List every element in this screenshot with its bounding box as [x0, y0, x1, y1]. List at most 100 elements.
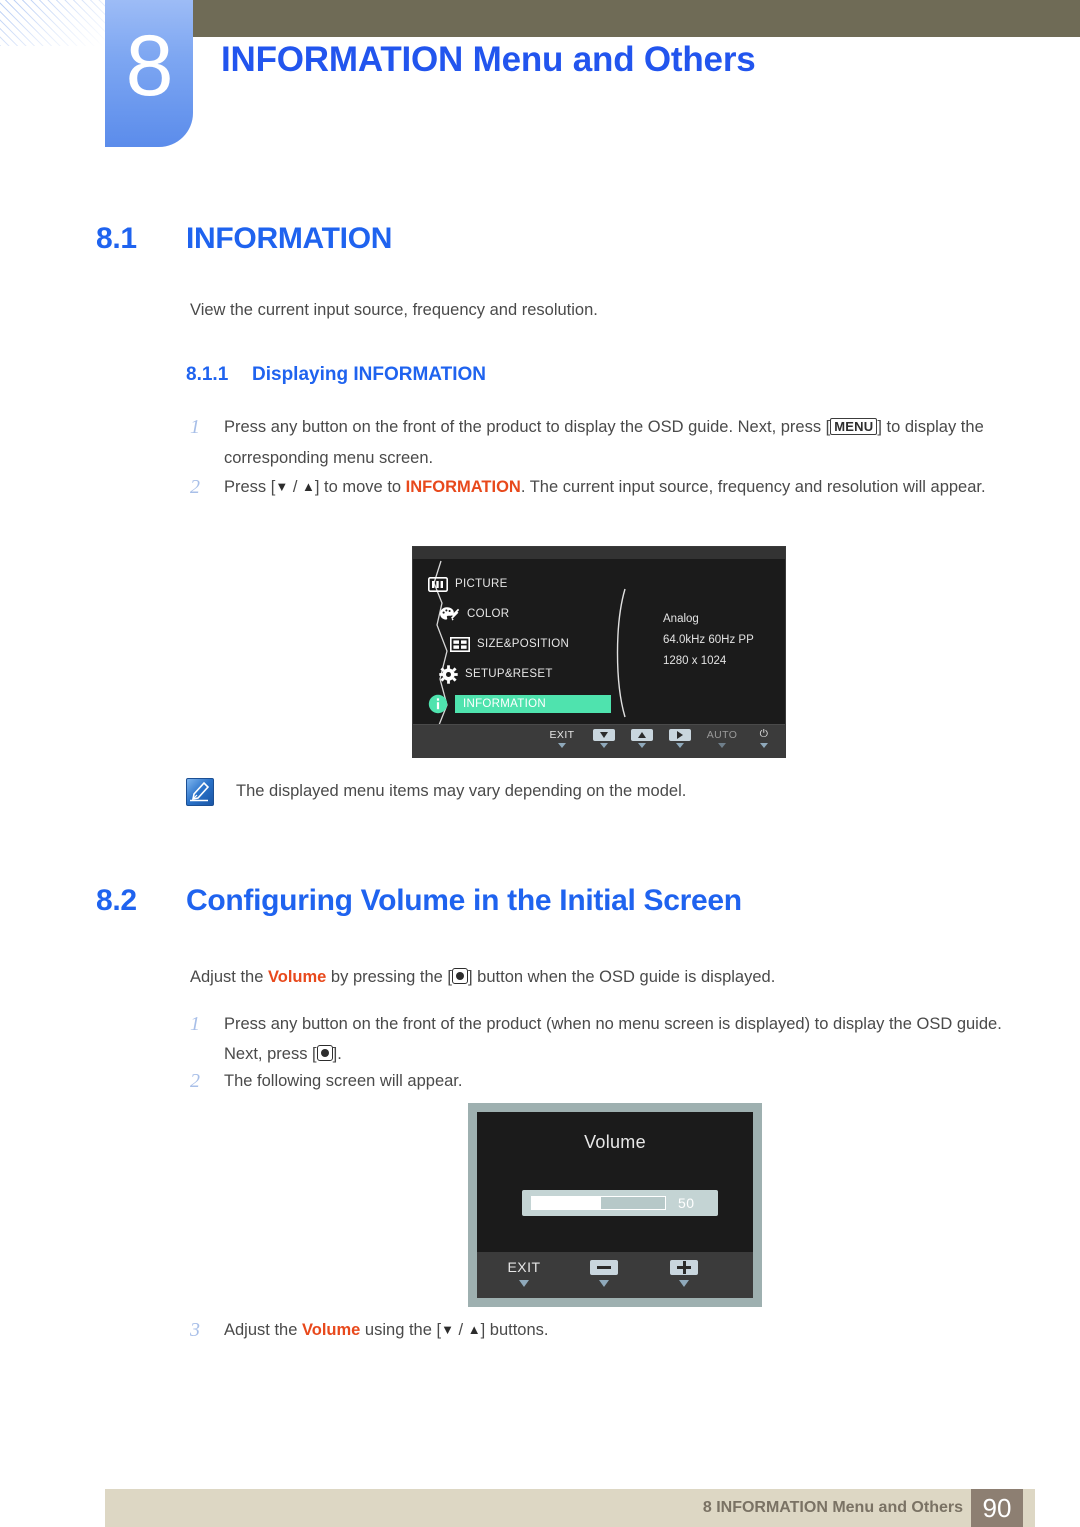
heading-8-1: 8.1 INFORMATION	[96, 222, 392, 256]
heading-8-1-1-text: Displaying INFORMATION	[252, 364, 486, 385]
osd-up-glyph	[631, 728, 653, 741]
chapter-number-tab: 8	[105, 0, 193, 147]
caret-down-icon	[679, 1280, 689, 1287]
gear-icon	[437, 663, 459, 685]
caret-down-icon	[718, 743, 726, 748]
osd-menu-list: PICTURE COLOR SIZE&POSITION SETUP&RESET …	[427, 569, 637, 719]
step-number: 1	[190, 416, 200, 438]
intro-part-a: Adjust the	[190, 968, 268, 986]
down-arrow-key-icon	[593, 728, 615, 741]
info-icon	[427, 693, 449, 715]
osd-information-panel: Analog 64.0kHz 60Hz PP 1280 x 1024	[663, 609, 754, 672]
osd-menu-item-label: INFORMATION	[455, 695, 611, 713]
osd-volume-exit-button[interactable]: EXIT	[505, 1259, 543, 1287]
osd-menu-item-label: PICTURE	[455, 578, 508, 590]
heading-8-1-text: INFORMATION	[186, 222, 393, 255]
osd-menu-item-size-position[interactable]: SIZE&POSITION	[427, 629, 637, 659]
step-text-part-c: ] buttons.	[480, 1321, 549, 1339]
menu-keycap: MENU	[830, 418, 878, 435]
step-text-part-b: ] to move to	[314, 478, 406, 496]
heading-8-2-text: Configuring Volume in the Initial Screen	[186, 884, 742, 917]
highlighted-term: INFORMATION	[405, 478, 521, 496]
minus-key-icon	[590, 1259, 618, 1275]
enter-button-icon	[452, 968, 468, 984]
osd-volume-plus-glyph	[670, 1259, 698, 1275]
heading-8-1-1: 8.1.1 Displaying INFORMATION	[186, 364, 486, 386]
step-text-part-a: Press [	[224, 478, 276, 496]
step-text-part-a: Press any button on the front of the pro…	[224, 418, 831, 436]
caret-down-icon	[676, 743, 684, 748]
chapter-title: INFORMATION Menu and Others	[221, 40, 756, 79]
size-position-icon	[449, 633, 471, 655]
right-arrow-key-icon	[669, 728, 691, 741]
osd-volume-minus-button[interactable]	[585, 1259, 623, 1287]
step-number: 2	[190, 476, 200, 498]
osd-menu-item-color[interactable]: COLOR	[427, 599, 637, 629]
step-text: Press any button on the front of the pro…	[224, 1009, 1010, 1069]
footer-chapter-label: 8 INFORMATION Menu and Others	[702, 1499, 963, 1516]
osd-menu-item-label: SIZE&POSITION	[477, 638, 570, 650]
osd-info-resolution: 1280 x 1024	[663, 655, 727, 667]
heading-8-1-1-number: 8.1.1	[186, 364, 229, 385]
slash-separator: /	[453, 1321, 468, 1339]
osd-menu-item-label: COLOR	[467, 608, 510, 620]
osd-down-glyph	[593, 728, 615, 741]
step-text: Adjust the Volume using the [▼ / ▲] butt…	[224, 1315, 1010, 1346]
step-text-part-a: Adjust the	[224, 1321, 302, 1339]
step-8-2-1: 1 Press any button on the front of the p…	[190, 1009, 1010, 1069]
osd-volume-screen: Volume 50 EXIT	[477, 1112, 753, 1298]
osd-volume-button-row: EXIT	[505, 1259, 703, 1287]
step-8-2-2: 2 The following screen will appear.	[190, 1066, 1010, 1096]
step-text: Press [▼ / ▲] to move to INFORMATION. Th…	[224, 472, 1010, 503]
osd-auto-button[interactable]: AUTO	[705, 728, 739, 748]
heading-8-1-number: 8.1	[96, 222, 137, 255]
enter-button-icon	[316, 1045, 333, 1061]
osd-exit-button[interactable]: EXIT	[545, 728, 579, 748]
note-block: The displayed menu items may vary depend…	[186, 778, 886, 806]
osd-volume-track	[531, 1196, 666, 1210]
caret-down-icon	[600, 743, 608, 748]
chapter-number: 8	[125, 18, 174, 114]
osd-volume-value: 50	[678, 1195, 695, 1211]
osd-enter-glyph	[669, 728, 691, 741]
osd-menu-screenshot: PICTURE COLOR SIZE&POSITION SETUP&RESET …	[412, 546, 786, 758]
osd-bottom-bar: EXIT AUTO ⏻	[413, 724, 785, 757]
page-header: 8 INFORMATION Menu and Others	[0, 0, 1080, 160]
note-pen-icon	[186, 778, 214, 806]
decorative-hatch-pattern	[0, 0, 112, 46]
heading-8-2-number: 8.2	[96, 884, 137, 917]
osd-volume-exit-label: EXIT	[507, 1259, 541, 1275]
power-icon: ⏻	[759, 728, 769, 740]
section-8-1-intro: View the current input source, frequency…	[190, 301, 598, 319]
highlighted-term: Volume	[301, 1321, 361, 1339]
step-8-1-1: 1 Press any button on the front of the p…	[190, 412, 1010, 473]
caret-down-icon	[519, 1280, 529, 1287]
osd-button-row: EXIT AUTO ⏻	[545, 728, 777, 748]
caret-down-icon	[599, 1280, 609, 1287]
intro-part-b: by pressing the [	[326, 968, 452, 986]
step-number: 3	[190, 1319, 200, 1341]
osd-volume-slider[interactable]: 50	[522, 1190, 718, 1216]
osd-exit-label: EXIT	[549, 728, 575, 741]
step-text-part-b: ].	[332, 1045, 342, 1063]
osd-menu-item-label: SETUP&RESET	[465, 668, 553, 680]
osd-volume-title: Volume	[584, 1132, 646, 1152]
up-arrow-key-icon	[631, 728, 653, 741]
osd-auto-label: AUTO	[706, 728, 738, 741]
osd-volume-minus-glyph	[590, 1259, 618, 1275]
osd-info-frequency: 64.0kHz 60Hz PP	[663, 634, 754, 646]
osd-power-button[interactable]: ⏻	[751, 728, 777, 748]
osd-up-button[interactable]	[629, 728, 655, 748]
osd-menu-item-setup-reset[interactable]: SETUP&RESET	[427, 659, 637, 689]
up-arrow-glyph: ▲	[302, 479, 315, 494]
osd-menu-item-information[interactable]: INFORMATION	[427, 689, 637, 719]
step-number: 1	[190, 1013, 200, 1035]
slash-separator: /	[288, 478, 302, 496]
plus-key-icon	[670, 1259, 698, 1275]
step-text: The following screen will appear.	[224, 1072, 463, 1090]
step-8-2-3: 3 Adjust the Volume using the [▼ / ▲] bu…	[190, 1315, 1010, 1346]
osd-menu-item-picture[interactable]: PICTURE	[427, 569, 637, 599]
osd-volume-plus-button[interactable]	[665, 1259, 703, 1287]
osd-down-button[interactable]	[591, 728, 617, 748]
osd-enter-button[interactable]	[667, 728, 693, 748]
